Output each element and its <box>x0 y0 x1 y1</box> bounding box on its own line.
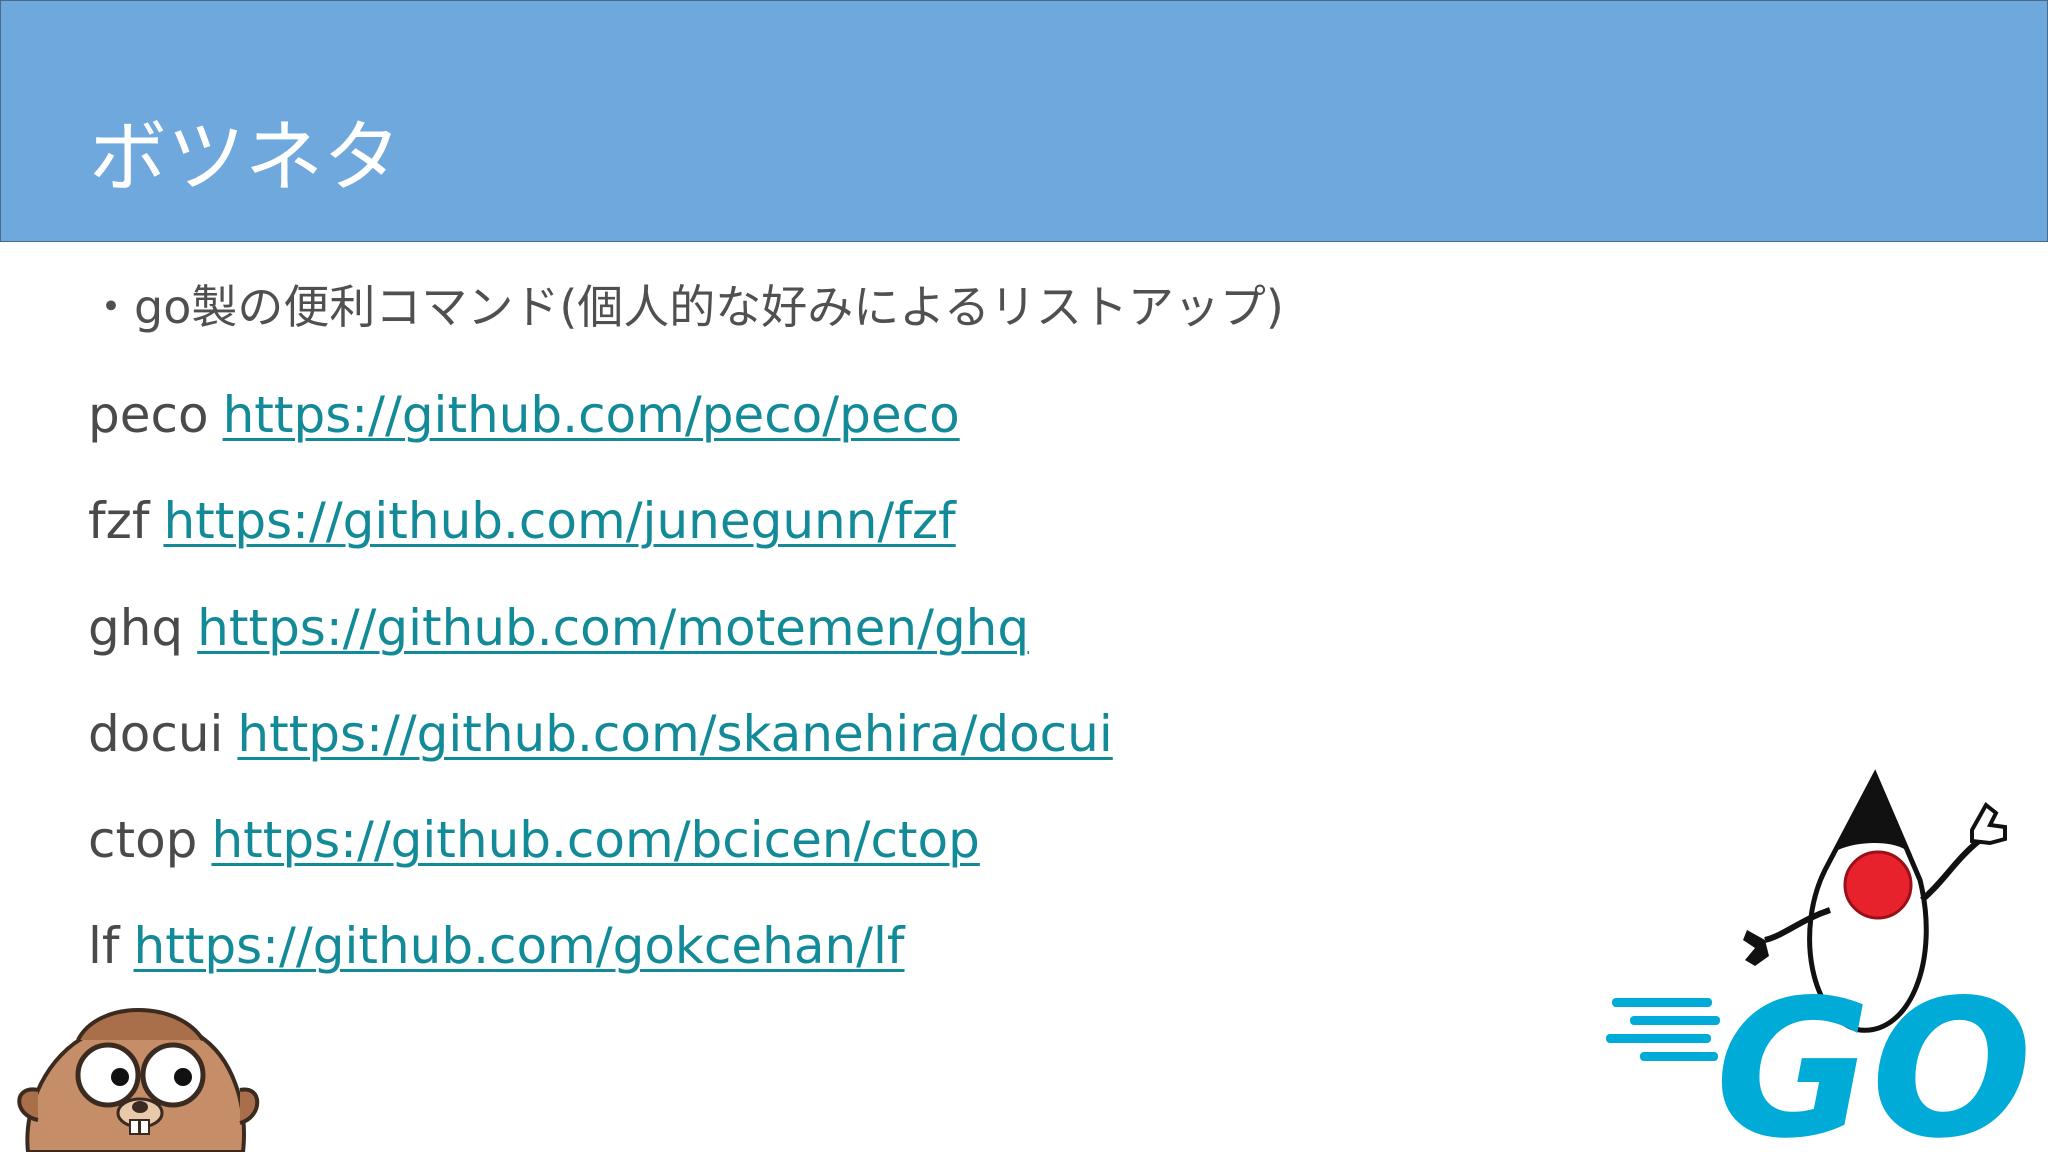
intro-text: ・go製の便利コマンド(個人的な好みによるリストアップ) <box>88 280 1284 334</box>
tool-name: ctop <box>88 811 198 869</box>
gopher-mascot-image <box>17 1008 260 1152</box>
tool-row-lf: lf https://github.com/gokcehan/lf <box>88 916 905 976</box>
duke-go-logo-image: GO <box>1606 769 2032 1152</box>
tool-name: docui <box>88 705 224 763</box>
tool-row-docui: docui https://github.com/skanehira/docui <box>88 704 1113 764</box>
title-bar: ボツネタ <box>0 0 2048 242</box>
go-wordmark: GO <box>1606 959 2032 1152</box>
tool-row-ghq: ghq https://github.com/motemen/ghq <box>88 598 1029 658</box>
tool-row-fzf: fzf https://github.com/junegunn/fzf <box>88 491 956 551</box>
go-logo-text: GO <box>1715 959 2032 1152</box>
tool-name: peco <box>88 386 209 444</box>
tool-name: lf <box>88 917 120 975</box>
tool-link[interactable]: https://github.com/motemen/ghq <box>197 599 1029 657</box>
tool-name: ghq <box>88 599 184 657</box>
tool-link[interactable]: https://github.com/gokcehan/lf <box>134 917 905 975</box>
tool-name: fzf <box>88 492 150 550</box>
tool-row-peco: peco https://github.com/peco/peco <box>88 385 960 445</box>
slide-title: ボツネタ <box>89 113 402 203</box>
tool-link[interactable]: https://github.com/bcicen/ctop <box>211 811 979 869</box>
tool-link[interactable]: https://github.com/skanehira/docui <box>237 705 1112 763</box>
tool-row-ctop: ctop https://github.com/bcicen/ctop <box>88 810 980 870</box>
tool-link[interactable]: https://github.com/peco/peco <box>223 386 960 444</box>
tool-link[interactable]: https://github.com/junegunn/fzf <box>163 492 955 550</box>
